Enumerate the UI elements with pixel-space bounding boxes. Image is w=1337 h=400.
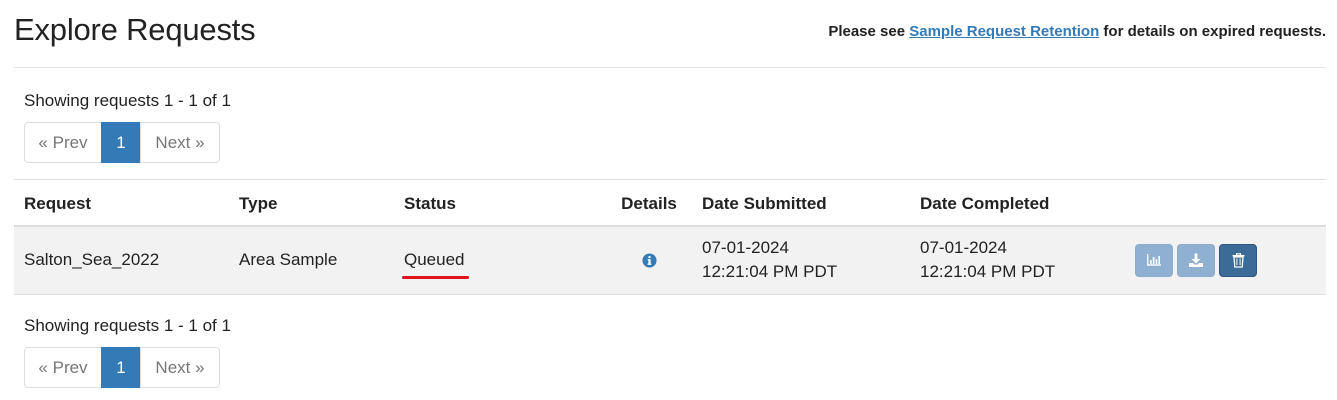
explore-requests-page: Explore Requests Please see Sample Reque… [0,0,1337,400]
retention-note: Please see Sample Request Retention for … [828,23,1326,40]
download-icon [1189,253,1203,267]
status-red-underline [402,276,469,280]
showing-requests-top: Showing requests 1 - 1 of 1 [24,91,231,110]
date-completed: 07-01-2024 12:21:04 PM PDT [920,226,1135,295]
retention-prefix: Please see [828,23,910,40]
retention-suffix: for details on expired requests. [1099,23,1326,40]
request-status: Queued [402,226,596,295]
info-circle-icon[interactable] [641,253,657,268]
table-header-row: Request Type Status Details Date Submitt… [14,179,1326,226]
view-chart-button[interactable] [1135,243,1173,277]
trash-icon [1232,252,1244,268]
submitted-date: 07-01-2024 [702,238,789,258]
pagination-bottom: « Prev 1 Next » [24,347,220,388]
requests-table-container: Request Type Status Details Date Submitt… [14,179,1326,295]
pagination-top: « Prev 1 Next » [24,122,220,163]
table-row: Salton_Sea_2022 Area Sample Queued 07-01… [14,225,1326,295]
column-header-date-completed: Date Completed [920,194,1050,214]
page-1-button[interactable]: 1 [101,122,141,163]
page-header: Explore Requests Please see Sample Reque… [14,0,1326,68]
delete-button[interactable] [1219,243,1257,277]
next-page-button[interactable]: Next » [140,122,220,163]
date-submitted: 07-01-2024 12:21:04 PM PDT [702,226,920,295]
download-button[interactable] [1177,243,1215,277]
completed-date: 07-01-2024 [920,238,1007,258]
requests-table: Request Type Status Details Date Submitt… [14,179,1326,295]
next-page-button[interactable]: Next » [140,347,220,388]
column-header-request: Request [24,194,92,214]
action-buttons [1135,243,1326,277]
prev-page-button[interactable]: « Prev [24,122,102,163]
column-header-date-submitted: Date Submitted [702,194,827,214]
column-header-actions [1135,180,1326,226]
request-name: Salton_Sea_2022 [24,250,160,270]
row-actions [1135,226,1326,295]
request-type: Area Sample [239,250,338,270]
column-header-details: Details [621,194,677,214]
request-details [596,226,702,295]
status-text-wrap: Queued [402,250,469,280]
bar-chart-icon [1147,254,1161,266]
column-header-type: Type [239,194,278,214]
prev-page-button[interactable]: « Prev [24,347,102,388]
completed-time: 12:21:04 PM PDT [920,262,1056,282]
submitted-time: 12:21:04 PM PDT [702,262,838,282]
status-value: Queued [404,250,465,270]
sample-request-retention-link[interactable]: Sample Request Retention [909,23,1099,40]
showing-requests-bottom: Showing requests 1 - 1 of 1 [24,316,231,335]
page-title: Explore Requests [14,12,256,47]
page-1-button[interactable]: 1 [101,347,141,388]
column-header-status: Status [404,194,456,214]
